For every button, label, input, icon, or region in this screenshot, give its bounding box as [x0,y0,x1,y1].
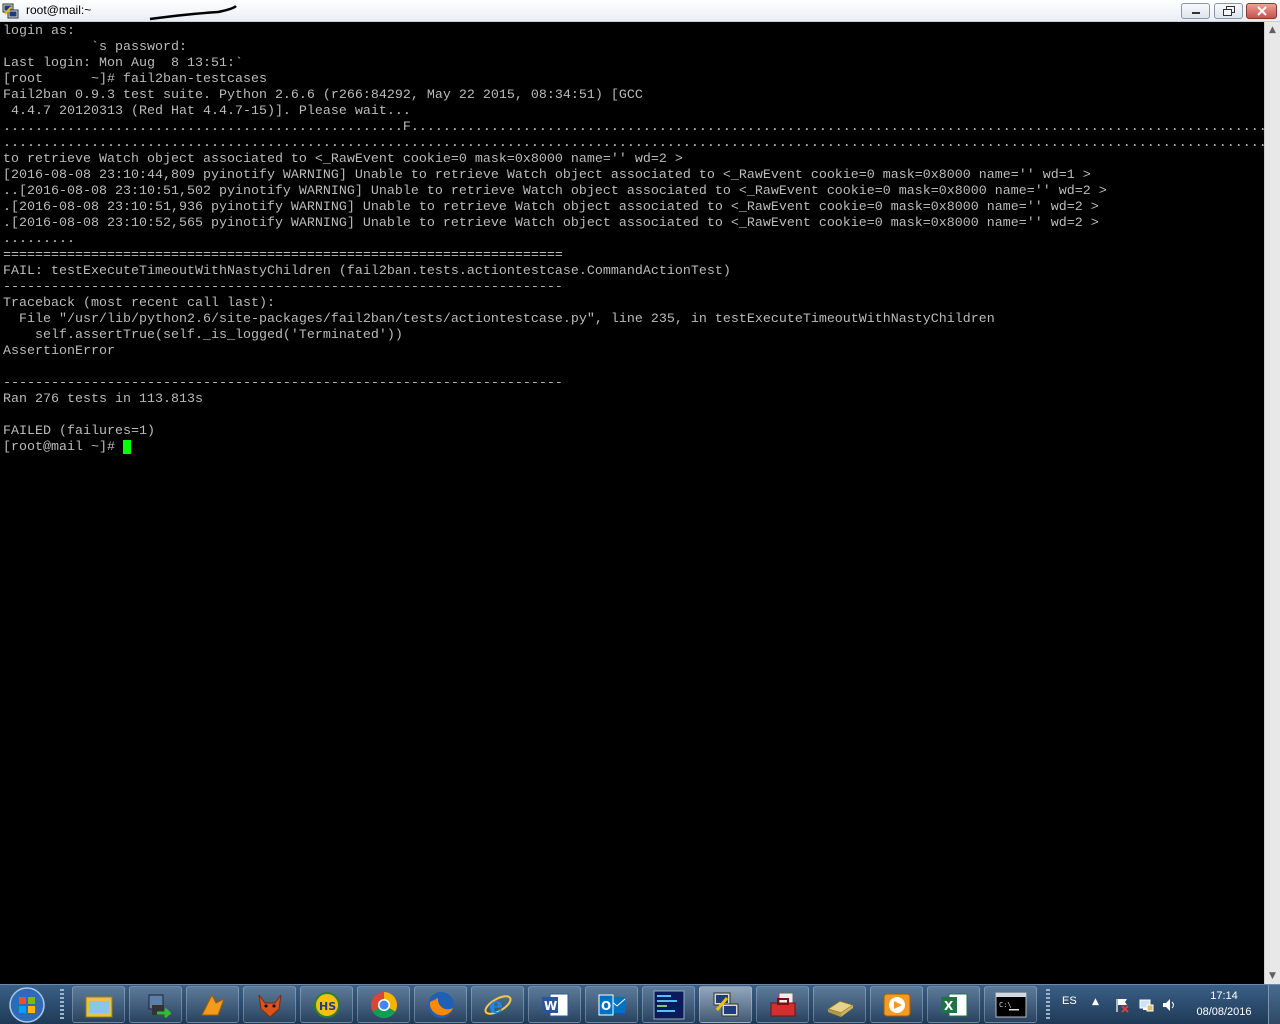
terminal-line: .[2016-08-08 23:10:51,936 pyinotify WARN… [3,200,1099,215]
vertical-scrollbar[interactable]: ▲ ▼ [1264,22,1280,984]
terminal-cursor [123,440,131,454]
language-indicator[interactable]: ES [1062,995,1077,1007]
taskbar-file-explorer[interactable] [72,986,125,1023]
firefox-icon [427,991,454,1018]
start-button[interactable] [4,986,50,1023]
outlook-icon: O [598,994,625,1015]
terminal-screen[interactable]: login as: `s password: Last login: Mon Au… [0,22,1264,984]
minimize-icon [1191,12,1200,14]
maximize-button[interactable] [1214,3,1243,19]
terminal-line: Fail2ban 0.9.3 test suite. Python 2.6.6 … [3,88,643,103]
terminal-line: FAIL: testExecuteTimeoutWithNastyChildre… [3,264,731,279]
window-title: root@mail:~ [26,3,92,17]
restore-icon [1222,6,1235,16]
terminal-line: [root@mail ~]# [3,440,123,455]
taskbar-internet-explorer[interactable]: e [471,986,524,1023]
taskbar-toolbox[interactable] [756,986,809,1023]
taskbar-putty[interactable] [699,986,752,1023]
terminal-line: ..[2016-08-08 23:10:51,502 pyinotify WAR… [3,184,1107,199]
taskbar-scanner[interactable] [813,986,866,1023]
taskbar-firefox[interactable] [414,986,467,1023]
process-monitor-icon [653,990,684,1019]
terminal-line: ========================================… [3,248,563,263]
show-desktop-button[interactable] [1268,985,1280,1024]
clock-date[interactable]: 08/08/2016 [1189,1006,1259,1018]
file-explorer-icon [85,996,112,1017]
terminal-line: .[2016-08-08 23:10:52,565 pyinotify WARN… [3,216,1099,231]
chrome-icon [370,991,397,1018]
terminal-line: self.assertTrue(self._is_logged('Termina… [3,328,403,343]
terminal-output: login as: `s password: Last login: Mon Au… [3,24,1264,456]
putty-app-icon[interactable] [2,2,20,20]
scanner-icon [826,999,854,1017]
hs-app-icon: HS [313,991,340,1018]
terminal-line: Ran 276 tests in 113.813s [3,392,203,407]
terminal-line: ........................................… [3,120,1264,135]
svg-text:HS: HS [319,1000,336,1013]
command-prompt-icon: C:\ [995,992,1026,1017]
word-icon: W [541,993,568,1016]
taskbar-command-prompt[interactable]: C:\ [984,986,1037,1023]
foxit-reader-icon [200,993,225,1015]
close-button[interactable] [1246,3,1277,19]
terminal-line: `s password: [3,40,187,55]
taskbar-network-tool[interactable] [129,986,182,1023]
terminal-line: FAILED (failures=1) [3,424,155,439]
flag-icon[interactable] [1114,997,1130,1013]
clock-time[interactable]: 17:14 [1189,990,1259,1002]
media-player-icon [883,993,910,1016]
terminal-line: ........................................… [3,136,1264,151]
svg-text:O: O [601,999,611,1013]
excel-icon: X [940,993,967,1016]
taskbar-outlook[interactable]: O [585,986,638,1023]
taskbar-word[interactable]: W [528,986,581,1023]
scroll-up-arrow-icon[interactable]: ▲ [1265,22,1280,38]
svg-text:e: e [489,993,503,1019]
taskbar: HS e W O X C:\ ES ▲ 17:14 08/08/2016 [0,984,1280,1024]
svg-text:W: W [544,999,557,1013]
terminal-line: Last login: Mon Aug 8 13:51:` [3,56,243,71]
fox-app-icon [258,994,281,1018]
network-icon[interactable] [1138,997,1154,1013]
terminal-line: to retrieve Watch object associated to <… [3,152,683,167]
terminal-line: Traceback (most recent call last): [3,296,275,311]
taskbar-fox-app[interactable] [243,986,296,1023]
taskbar-media-player[interactable] [870,986,923,1023]
svg-text:X: X [944,999,954,1013]
taskbar-hs-app[interactable]: HS [300,986,353,1023]
terminal-line: File "/usr/lib/python2.6/site-packages/f… [3,312,995,327]
terminal-line: AssertionError [3,344,115,359]
terminal-line: 4.4.7 20120313 (Red Hat 4.4.7-15)]. Plea… [3,104,411,119]
taskbar-chrome[interactable] [357,986,410,1023]
tray-grip[interactable] [1046,989,1050,1021]
taskbar-foxit-reader[interactable] [186,986,239,1023]
redaction-scribble [149,5,237,21]
show-hidden-icons-chevron-icon[interactable]: ▲ [1092,997,1099,1007]
putty-icon [713,992,738,1016]
terminal-line: [root ~]# fail2ban-testcases [3,72,267,87]
terminal-line: ----------------------------------------… [3,376,563,391]
terminal-line: ----------------------------------------… [3,280,563,295]
network-tool-icon [148,994,171,1018]
taskbar-process-monitor[interactable] [642,986,695,1023]
svg-text:C:\: C:\ [999,1001,1012,1009]
internet-explorer-icon: e [484,993,511,1019]
toolbox-icon [770,992,795,1016]
taskbar-excel[interactable]: X [927,986,980,1023]
scroll-down-arrow-icon[interactable]: ▼ [1265,968,1280,984]
terminal-line: ......... [3,232,75,247]
close-icon [1256,6,1267,16]
window-titlebar[interactable]: root@mail:~ [0,0,1280,22]
windows-start-icon [9,986,45,1023]
terminal-line: login as: [3,24,75,39]
minimize-button[interactable] [1181,3,1210,19]
terminal-line: [2016-08-08 23:10:44,809 pyinotify WARNI… [3,168,1091,183]
taskbar-grip[interactable] [60,989,64,1021]
volume-icon[interactable] [1161,997,1177,1013]
